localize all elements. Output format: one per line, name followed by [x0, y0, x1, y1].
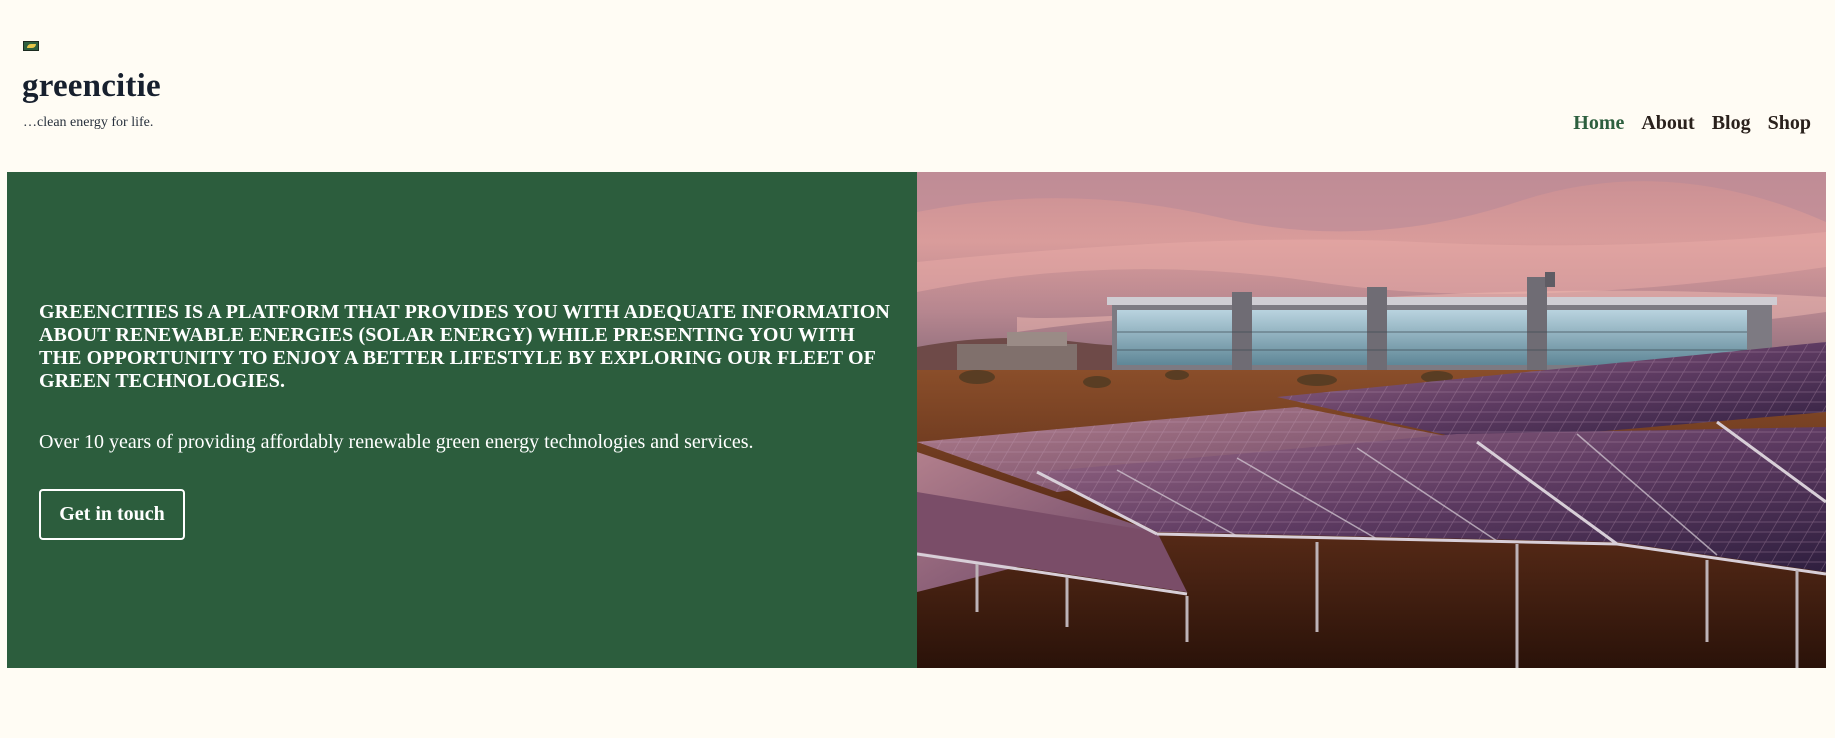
nav-link-home[interactable]: Home [1573, 113, 1624, 133]
nav-link-about[interactable]: About [1641, 113, 1694, 133]
site-tagline: …clean energy for life. [23, 115, 154, 130]
hero-section: GREENCITIES IS A PLATFORM THAT PROVIDES … [7, 172, 1826, 668]
hero-heading: GREENCITIES IS A PLATFORM THAT PROVIDES … [39, 301, 890, 392]
hero-solar-image [917, 172, 1826, 668]
solar-field-illustration [917, 172, 1826, 668]
hero-text-panel: GREENCITIES IS A PLATFORM THAT PROVIDES … [7, 172, 917, 668]
site-header: greencitie …clean energy for life. Home … [0, 0, 1835, 171]
nav-link-shop[interactable]: Shop [1768, 113, 1811, 133]
main-navigation: Home About Blog Shop [1573, 113, 1811, 133]
nav-link-blog[interactable]: Blog [1712, 113, 1751, 133]
solar-logo-icon[interactable] [23, 41, 39, 51]
get-in-touch-button[interactable]: Get in touch [39, 489, 185, 540]
logo-leaf-shape [27, 44, 36, 48]
hero-subtext: Over 10 years of providing affordably re… [39, 431, 754, 453]
site-title[interactable]: greencitie [22, 70, 161, 103]
